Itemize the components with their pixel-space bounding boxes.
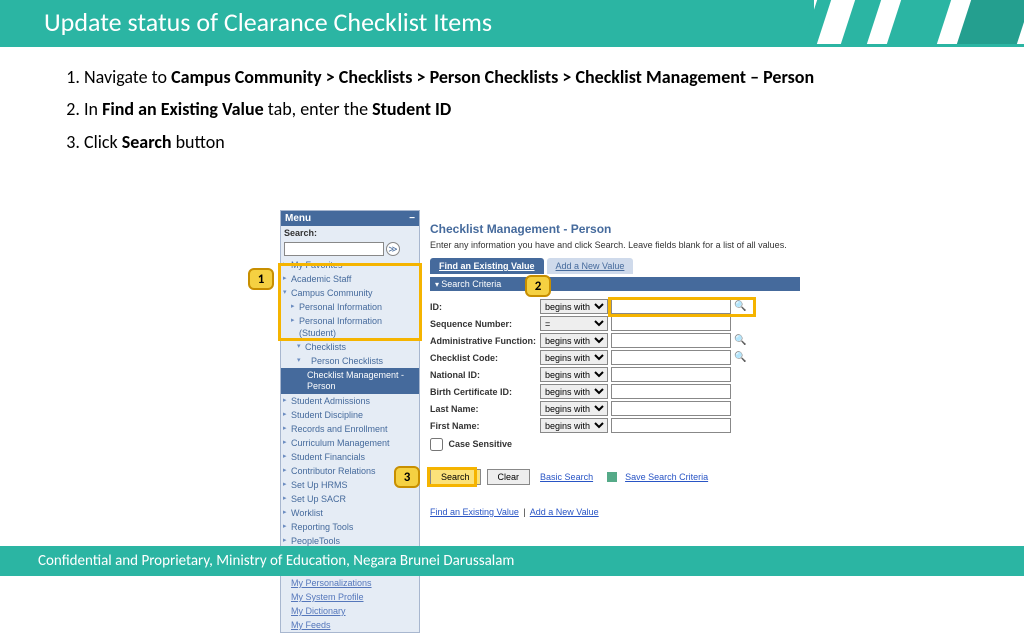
menu-person-checklists[interactable]: Person Checklists <box>281 354 419 368</box>
menu-student-financials[interactable]: Student Financials <box>281 450 419 464</box>
input-fn[interactable] <box>611 418 731 433</box>
tab-add-new[interactable]: Add a New Value <box>547 258 634 274</box>
row-admin-function: Administrative Function: begins with 🔍 <box>430 333 800 348</box>
input-nid[interactable] <box>611 367 731 382</box>
callout-2: 2 <box>525 275 551 297</box>
button-row: Search Clear Basic Search Save Search Cr… <box>430 469 800 485</box>
menu-title: Menu <box>285 213 311 224</box>
step-3: Click Search button <box>84 130 964 154</box>
menu-my-feeds[interactable]: My Feeds <box>281 618 419 632</box>
menu-checklists[interactable]: Checklists <box>281 340 419 354</box>
callout-3: 3 <box>394 466 420 488</box>
menu-my-system-profile[interactable]: My System Profile <box>281 590 419 604</box>
input-af[interactable] <box>611 333 731 348</box>
minimize-icon[interactable]: − <box>409 213 415 224</box>
title-bar: Update status of Clearance Checklist Ite… <box>0 0 1024 44</box>
label-bc: Birth Certificate ID: <box>430 387 540 397</box>
instruction-list: Navigate to Campus Community > Checklist… <box>0 47 1024 154</box>
menu-my-personalizations[interactable]: My Personalizations <box>281 576 419 590</box>
save-icon <box>607 472 617 482</box>
input-ln[interactable] <box>611 401 731 416</box>
row-checklist-code: Checklist Code: begins with 🔍 <box>430 350 800 365</box>
op-bc[interactable]: begins with <box>540 384 608 399</box>
case-sensitive-checkbox[interactable] <box>430 438 443 451</box>
case-sensitive-label: Case Sensitive <box>449 439 513 449</box>
label-nid: National ID: <box>430 370 540 380</box>
input-cc[interactable] <box>611 350 731 365</box>
app-screenshot: Menu − Search: ≫ My Favorites Academic S… <box>280 210 800 528</box>
menu-my-favorites[interactable]: My Favorites <box>281 258 419 272</box>
row-id: ID: begins with 🔍 <box>430 299 800 314</box>
slide-title: Update status of Clearance Checklist Ite… <box>44 6 492 38</box>
menu-personal-info-student[interactable]: Personal Information (Student) <box>281 314 419 340</box>
callout-1: 1 <box>248 268 274 290</box>
op-ln[interactable]: begins with <box>540 401 608 416</box>
lookup-af-icon[interactable]: 🔍 <box>734 335 746 346</box>
menu-setup-sacr[interactable]: Set Up SACR <box>281 492 419 506</box>
title-decoration <box>724 0 1024 44</box>
menu-worklist[interactable]: Worklist <box>281 506 419 520</box>
op-af[interactable]: begins with <box>540 333 608 348</box>
menu-search-label: Search: <box>284 228 317 238</box>
menu-search-go-icon[interactable]: ≫ <box>386 242 400 256</box>
menu-header: Menu − <box>281 211 419 226</box>
op-cc[interactable]: begins with <box>540 350 608 365</box>
page-hint: Enter any information you have and click… <box>430 240 800 250</box>
footer-text: Confidential and Proprietary, Ministry o… <box>38 552 514 570</box>
label-ln: Last Name: <box>430 404 540 414</box>
label-cc: Checklist Code: <box>430 353 540 363</box>
menu-campus-community[interactable]: Campus Community <box>281 286 419 300</box>
slide-footer: Confidential and Proprietary, Ministry o… <box>0 546 1024 576</box>
op-id[interactable]: begins with <box>540 299 608 314</box>
menu-search-row: Search: <box>281 226 419 240</box>
tab-find-existing[interactable]: Find an Existing Value <box>430 258 544 274</box>
page-heading: Checklist Management - Person <box>430 222 800 236</box>
tab-row: Find an Existing Value Add a New Value <box>430 258 800 274</box>
footer-separator: | <box>523 507 525 517</box>
op-seq[interactable]: = <box>540 316 608 331</box>
row-last-name: Last Name: begins with <box>430 401 800 416</box>
row-first-name: First Name: begins with <box>430 418 800 433</box>
search-fields: ID: begins with 🔍 Sequence Number: = Adm… <box>430 299 800 451</box>
search-button[interactable]: Search <box>430 469 481 485</box>
footer-find-existing-link[interactable]: Find an Existing Value <box>430 507 519 517</box>
row-national-id: National ID: begins with <box>430 367 800 382</box>
menu-reporting-tools[interactable]: Reporting Tools <box>281 520 419 534</box>
menu-curriculum-mgmt[interactable]: Curriculum Management <box>281 436 419 450</box>
label-id: ID: <box>430 302 540 312</box>
row-birth-cert: Birth Certificate ID: begins with <box>430 384 800 399</box>
menu-personal-info[interactable]: Personal Information <box>281 300 419 314</box>
search-page: Checklist Management - Person Enter any … <box>430 222 800 517</box>
basic-search-link[interactable]: Basic Search <box>540 472 593 482</box>
input-bc[interactable] <box>611 384 731 399</box>
menu-student-admissions[interactable]: Student Admissions <box>281 394 419 408</box>
footer-links: Find an Existing Value | Add a New Value <box>430 507 800 517</box>
search-criteria-header[interactable]: Search Criteria <box>430 277 800 291</box>
input-id[interactable] <box>611 299 731 314</box>
step-1: Navigate to Campus Community > Checklist… <box>84 65 964 89</box>
label-af: Administrative Function: <box>430 336 540 346</box>
menu-student-discipline[interactable]: Student Discipline <box>281 408 419 422</box>
op-fn[interactable]: begins with <box>540 418 608 433</box>
lookup-id-icon[interactable]: 🔍 <box>734 301 746 312</box>
row-seq: Sequence Number: = <box>430 316 800 331</box>
menu-records-enrollment[interactable]: Records and Enrollment <box>281 422 419 436</box>
footer-add-new-link[interactable]: Add a New Value <box>530 507 599 517</box>
step-2: In Find an Existing Value tab, enter the… <box>84 97 964 121</box>
menu-academic-staff[interactable]: Academic Staff <box>281 272 419 286</box>
clear-button[interactable]: Clear <box>487 469 531 485</box>
label-seq: Sequence Number: <box>430 319 540 329</box>
case-sensitive-row: Case Sensitive <box>430 438 800 451</box>
menu-my-dictionary[interactable]: My Dictionary <box>281 604 419 618</box>
input-seq[interactable] <box>611 316 731 331</box>
label-fn: First Name: <box>430 421 540 431</box>
save-search-criteria-link[interactable]: Save Search Criteria <box>625 472 708 482</box>
menu-search-input[interactable] <box>284 242 384 256</box>
menu-checklist-mgmt-person[interactable]: Checklist Management - Person <box>281 368 419 394</box>
op-nid[interactable]: begins with <box>540 367 608 382</box>
lookup-cc-icon[interactable]: 🔍 <box>734 352 746 363</box>
